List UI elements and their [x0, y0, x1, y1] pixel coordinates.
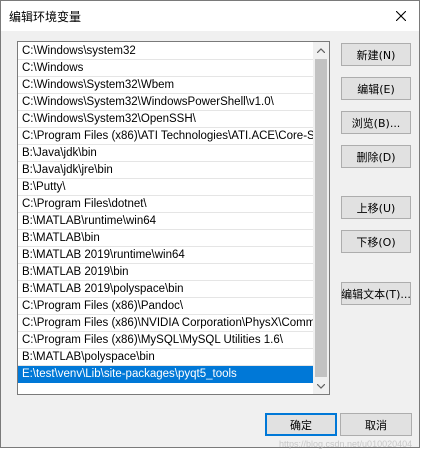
path-list-item[interactable]: B:\MATLAB\bin: [18, 230, 314, 247]
close-icon: [396, 11, 406, 21]
path-list-item[interactable]: C:\Program Files (x86)\Pandoc\: [18, 298, 314, 315]
new-button[interactable]: 新建(N): [341, 43, 411, 66]
scrollbar-thumb[interactable]: [315, 59, 327, 377]
close-button[interactable]: [383, 1, 419, 31]
chevron-down-icon: [317, 383, 325, 389]
edit-env-variable-dialog: 编辑环境变量 C:\Windows\system32 C:\Windows C:\W…: [0, 0, 420, 449]
path-list-item[interactable]: C:\Program Files\dotnet\: [18, 196, 314, 213]
move-up-button[interactable]: 上移(U): [341, 196, 411, 219]
path-list-item[interactable]: B:\Java\jdk\jre\bin: [18, 162, 314, 179]
title-bar: 编辑环境变量: [1, 1, 419, 31]
path-list-item[interactable]: C:\Windows\system32: [18, 43, 314, 60]
path-list-item[interactable]: B:\MATLAB\runtime\win64: [18, 213, 314, 230]
path-list-item[interactable]: C:\Windows\System32\OpenSSH\: [18, 111, 314, 128]
path-list-item[interactable]: B:\Putty\: [18, 179, 314, 196]
browse-button[interactable]: 浏览(B)...: [341, 111, 411, 134]
path-list-item[interactable]: B:\MATLAB 2019\polyspace\bin: [18, 281, 314, 298]
vertical-scrollbar[interactable]: [313, 42, 329, 394]
scroll-down-button[interactable]: [313, 378, 329, 394]
delete-button[interactable]: 删除(D): [341, 145, 411, 168]
path-list-item[interactable]: B:\MATLAB 2019\bin: [18, 264, 314, 281]
ok-button[interactable]: 确定: [265, 413, 337, 436]
path-list-item[interactable]: C:\Windows\System32\WindowsPowerShell\v1…: [18, 94, 314, 111]
path-list-item[interactable]: C:\Windows\System32\Wbem: [18, 77, 314, 94]
edit-button[interactable]: 编辑(E): [341, 77, 411, 100]
path-list-item[interactable]: E:\test\venv\Lib\site-packages\pyqt5_too…: [18, 366, 314, 383]
path-list-item[interactable]: B:\MATLAB\polyspace\bin: [18, 349, 314, 366]
scroll-up-button[interactable]: [313, 42, 329, 58]
path-list-item[interactable]: C:\Program Files (x86)\NVIDIA Corporatio…: [18, 315, 314, 332]
path-list-item[interactable]: B:\Java\jdk\bin: [18, 145, 314, 162]
path-list: C:\Windows\system32 C:\Windows C:\Windows\…: [18, 43, 314, 383]
move-down-button[interactable]: 下移(O): [341, 230, 411, 253]
edit-text-button[interactable]: 编辑文本(T)...: [341, 282, 411, 305]
path-listbox[interactable]: C:\Windows\system32 C:\Windows C:\Windows\…: [17, 41, 330, 395]
cancel-button[interactable]: 取消: [340, 413, 412, 436]
path-list-item[interactable]: C:\Program Files (x86)\ATI Technologies\…: [18, 128, 314, 145]
path-list-item[interactable]: C:\Windows: [18, 60, 314, 77]
path-list-item[interactable]: C:\Program Files (x86)\MySQL\MySQL Utili…: [18, 332, 314, 349]
chevron-up-icon: [317, 47, 325, 53]
dialog-title: 编辑环境变量: [9, 10, 82, 24]
path-list-item[interactable]: B:\MATLAB 2019\runtime\win64: [18, 247, 314, 264]
watermark-url: https://blog.csdn.net/u010020404: [279, 439, 413, 449]
